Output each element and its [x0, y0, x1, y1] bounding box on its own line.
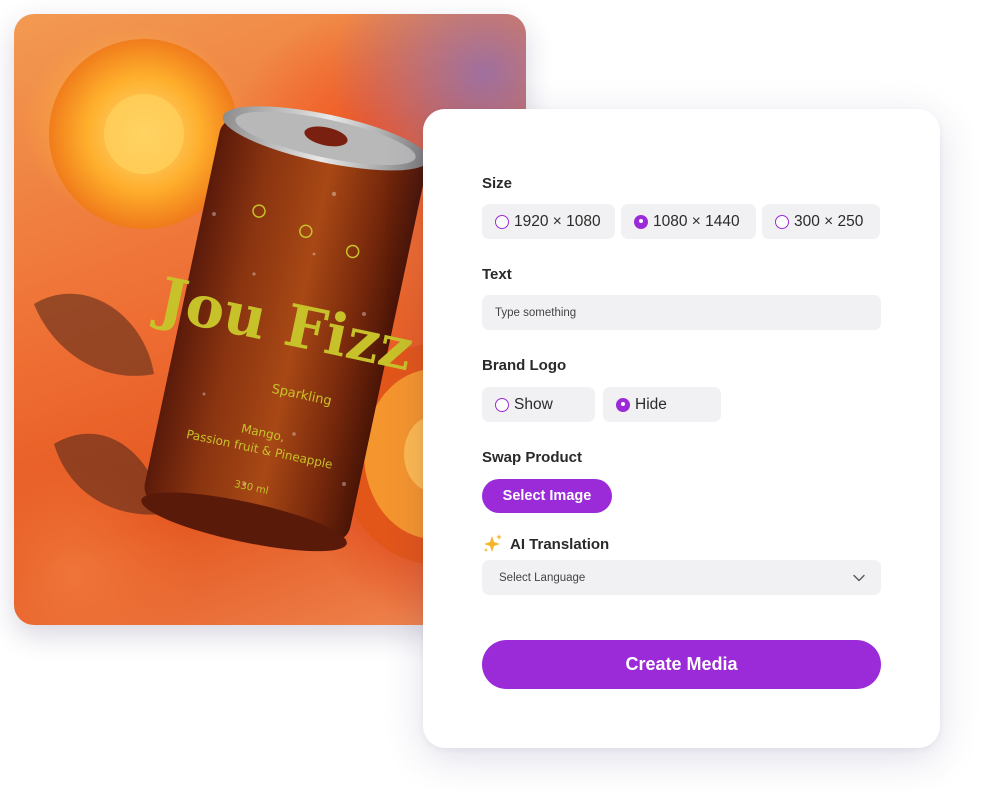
leaves: [34, 293, 164, 515]
size-label: Size: [482, 175, 513, 192]
size-option-300x250[interactable]: 300 × 250: [762, 204, 880, 239]
chevron-down-icon: [853, 574, 865, 581]
size-option-1080x1440[interactable]: 1080 × 1440: [621, 204, 756, 239]
brand-logo-option-label: Hide: [635, 395, 667, 413]
brand-logo-show-option[interactable]: Show: [482, 387, 595, 422]
ai-translation-heading: AI Translation: [482, 533, 609, 555]
sparkles-icon: [484, 534, 502, 552]
radio-checked-icon: [634, 214, 648, 229]
radio-unchecked-icon: [775, 214, 789, 229]
brand-logo-label: Brand Logo: [482, 357, 567, 374]
radio-unchecked-icon: [495, 397, 509, 412]
select-image-button[interactable]: Select Image: [482, 479, 612, 513]
size-option-label: 1920 × 1080: [514, 212, 601, 230]
ai-translation-label: AI Translation: [510, 535, 610, 553]
radio-checked-icon: [616, 397, 630, 412]
brand-logo-hide-option[interactable]: Hide: [603, 387, 721, 422]
size-option-label: 1080 × 1440: [653, 212, 740, 230]
text-input[interactable]: [482, 295, 881, 330]
radio-unchecked-icon: [495, 214, 509, 229]
language-select-value: Select Language: [499, 571, 586, 584]
swap-product-label: Swap Product: [482, 449, 583, 466]
media-settings-panel: Size 1920 × 1080 1080 × 1440 300 × 250 T…: [423, 109, 940, 748]
brand-logo-option-label: Show: [514, 395, 553, 413]
language-select[interactable]: Select Language: [482, 560, 881, 595]
create-media-button[interactable]: Create Media: [482, 640, 881, 689]
size-option-1920x1080[interactable]: 1920 × 1080: [482, 204, 615, 239]
text-label: Text: [482, 266, 512, 283]
size-option-label: 300 × 250: [794, 212, 864, 230]
